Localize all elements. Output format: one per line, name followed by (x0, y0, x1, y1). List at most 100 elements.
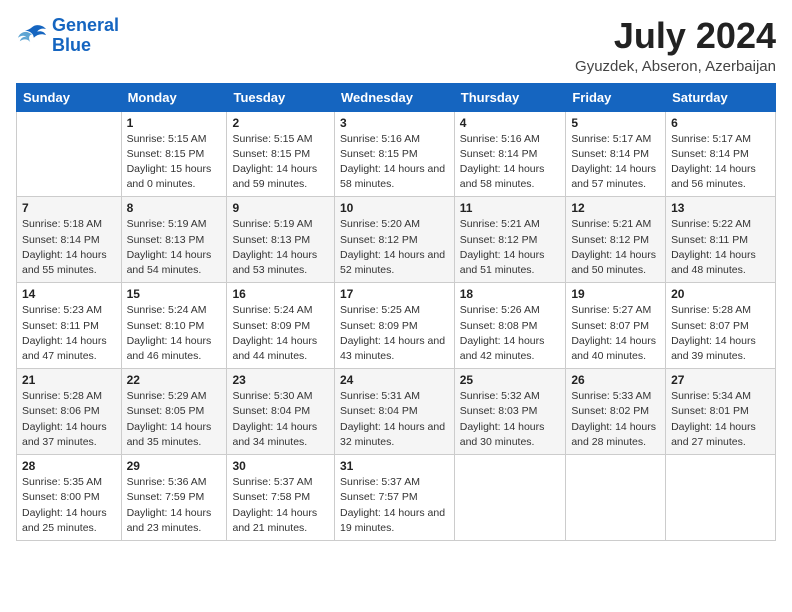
calendar-cell: 17 Sunrise: 5:25 AMSunset: 8:09 PMDaylig… (334, 283, 454, 369)
day-number: 21 (22, 373, 116, 387)
cell-info: Sunrise: 5:32 AMSunset: 8:03 PMDaylight:… (460, 389, 561, 450)
calendar-cell (454, 455, 566, 541)
day-number: 10 (340, 201, 449, 215)
day-number: 18 (460, 287, 561, 301)
title-block: July 2024 Gyuzdek, Abseron, Azerbaijan (575, 16, 776, 75)
day-number: 20 (671, 287, 770, 301)
calendar-cell: 22 Sunrise: 5:29 AMSunset: 8:05 PMDaylig… (121, 369, 227, 455)
cell-info: Sunrise: 5:19 AMSunset: 8:13 PMDaylight:… (127, 217, 222, 278)
cell-info: Sunrise: 5:24 AMSunset: 8:10 PMDaylight:… (127, 303, 222, 364)
day-number: 1 (127, 116, 222, 130)
calendar-cell: 5 Sunrise: 5:17 AMSunset: 8:14 PMDayligh… (566, 111, 666, 197)
weekday-header-cell: Friday (566, 83, 666, 111)
logo-icon (16, 22, 48, 50)
cell-info: Sunrise: 5:23 AMSunset: 8:11 PMDaylight:… (22, 303, 116, 364)
day-number: 14 (22, 287, 116, 301)
calendar-week-row: 7 Sunrise: 5:18 AMSunset: 8:14 PMDayligh… (17, 197, 776, 283)
cell-info: Sunrise: 5:28 AMSunset: 8:06 PMDaylight:… (22, 389, 116, 450)
day-number: 7 (22, 201, 116, 215)
calendar-cell: 1 Sunrise: 5:15 AMSunset: 8:15 PMDayligh… (121, 111, 227, 197)
weekday-header-cell: Thursday (454, 83, 566, 111)
day-number: 13 (671, 201, 770, 215)
weekday-header-cell: Sunday (17, 83, 122, 111)
cell-info: Sunrise: 5:17 AMSunset: 8:14 PMDaylight:… (671, 132, 770, 193)
cell-info: Sunrise: 5:17 AMSunset: 8:14 PMDaylight:… (571, 132, 660, 193)
cell-info: Sunrise: 5:24 AMSunset: 8:09 PMDaylight:… (232, 303, 329, 364)
calendar-week-row: 21 Sunrise: 5:28 AMSunset: 8:06 PMDaylig… (17, 369, 776, 455)
calendar-cell (566, 455, 666, 541)
calendar-cell (17, 111, 122, 197)
calendar-cell: 24 Sunrise: 5:31 AMSunset: 8:04 PMDaylig… (334, 369, 454, 455)
calendar-cell: 21 Sunrise: 5:28 AMSunset: 8:06 PMDaylig… (17, 369, 122, 455)
calendar-cell: 30 Sunrise: 5:37 AMSunset: 7:58 PMDaylig… (227, 455, 335, 541)
day-number: 5 (571, 116, 660, 130)
day-number: 4 (460, 116, 561, 130)
day-number: 31 (340, 459, 449, 473)
calendar-cell: 18 Sunrise: 5:26 AMSunset: 8:08 PMDaylig… (454, 283, 566, 369)
cell-info: Sunrise: 5:30 AMSunset: 8:04 PMDaylight:… (232, 389, 329, 450)
page-header: General Blue July 2024 Gyuzdek, Abseron,… (16, 16, 776, 75)
day-number: 29 (127, 459, 222, 473)
day-number: 30 (232, 459, 329, 473)
day-number: 26 (571, 373, 660, 387)
day-number: 2 (232, 116, 329, 130)
cell-info: Sunrise: 5:21 AMSunset: 8:12 PMDaylight:… (460, 217, 561, 278)
calendar-cell: 16 Sunrise: 5:24 AMSunset: 8:09 PMDaylig… (227, 283, 335, 369)
calendar-week-row: 14 Sunrise: 5:23 AMSunset: 8:11 PMDaylig… (17, 283, 776, 369)
cell-info: Sunrise: 5:16 AMSunset: 8:14 PMDaylight:… (460, 132, 561, 193)
day-number: 19 (571, 287, 660, 301)
calendar-table: SundayMondayTuesdayWednesdayThursdayFrid… (16, 83, 776, 541)
cell-info: Sunrise: 5:20 AMSunset: 8:12 PMDaylight:… (340, 217, 449, 278)
calendar-cell: 12 Sunrise: 5:21 AMSunset: 8:12 PMDaylig… (566, 197, 666, 283)
cell-info: Sunrise: 5:34 AMSunset: 8:01 PMDaylight:… (671, 389, 770, 450)
calendar-cell: 27 Sunrise: 5:34 AMSunset: 8:01 PMDaylig… (666, 369, 776, 455)
logo-text: General Blue (52, 16, 119, 56)
day-number: 3 (340, 116, 449, 130)
day-number: 12 (571, 201, 660, 215)
day-number: 22 (127, 373, 222, 387)
cell-info: Sunrise: 5:26 AMSunset: 8:08 PMDaylight:… (460, 303, 561, 364)
day-number: 23 (232, 373, 329, 387)
cell-info: Sunrise: 5:31 AMSunset: 8:04 PMDaylight:… (340, 389, 449, 450)
calendar-week-row: 1 Sunrise: 5:15 AMSunset: 8:15 PMDayligh… (17, 111, 776, 197)
day-number: 27 (671, 373, 770, 387)
day-number: 24 (340, 373, 449, 387)
calendar-cell: 23 Sunrise: 5:30 AMSunset: 8:04 PMDaylig… (227, 369, 335, 455)
day-number: 17 (340, 287, 449, 301)
cell-info: Sunrise: 5:16 AMSunset: 8:15 PMDaylight:… (340, 132, 449, 193)
weekday-header-cell: Wednesday (334, 83, 454, 111)
cell-info: Sunrise: 5:19 AMSunset: 8:13 PMDaylight:… (232, 217, 329, 278)
calendar-cell: 7 Sunrise: 5:18 AMSunset: 8:14 PMDayligh… (17, 197, 122, 283)
calendar-cell: 3 Sunrise: 5:16 AMSunset: 8:15 PMDayligh… (334, 111, 454, 197)
day-number: 8 (127, 201, 222, 215)
day-number: 28 (22, 459, 116, 473)
day-number: 25 (460, 373, 561, 387)
calendar-cell: 20 Sunrise: 5:28 AMSunset: 8:07 PMDaylig… (666, 283, 776, 369)
weekday-header-cell: Saturday (666, 83, 776, 111)
cell-info: Sunrise: 5:36 AMSunset: 7:59 PMDaylight:… (127, 475, 222, 536)
cell-info: Sunrise: 5:21 AMSunset: 8:12 PMDaylight:… (571, 217, 660, 278)
day-number: 6 (671, 116, 770, 130)
calendar-body: 1 Sunrise: 5:15 AMSunset: 8:15 PMDayligh… (17, 111, 776, 540)
day-number: 11 (460, 201, 561, 215)
cell-info: Sunrise: 5:28 AMSunset: 8:07 PMDaylight:… (671, 303, 770, 364)
calendar-cell: 13 Sunrise: 5:22 AMSunset: 8:11 PMDaylig… (666, 197, 776, 283)
calendar-cell: 28 Sunrise: 5:35 AMSunset: 8:00 PMDaylig… (17, 455, 122, 541)
calendar-cell: 15 Sunrise: 5:24 AMSunset: 8:10 PMDaylig… (121, 283, 227, 369)
calendar-cell: 14 Sunrise: 5:23 AMSunset: 8:11 PMDaylig… (17, 283, 122, 369)
cell-info: Sunrise: 5:15 AMSunset: 8:15 PMDaylight:… (232, 132, 329, 193)
cell-info: Sunrise: 5:37 AMSunset: 7:58 PMDaylight:… (232, 475, 329, 536)
day-number: 15 (127, 287, 222, 301)
calendar-cell: 25 Sunrise: 5:32 AMSunset: 8:03 PMDaylig… (454, 369, 566, 455)
day-number: 16 (232, 287, 329, 301)
calendar-cell (666, 455, 776, 541)
cell-info: Sunrise: 5:37 AMSunset: 7:57 PMDaylight:… (340, 475, 449, 536)
calendar-cell: 19 Sunrise: 5:27 AMSunset: 8:07 PMDaylig… (566, 283, 666, 369)
day-number: 9 (232, 201, 329, 215)
cell-info: Sunrise: 5:35 AMSunset: 8:00 PMDaylight:… (22, 475, 116, 536)
calendar-cell: 2 Sunrise: 5:15 AMSunset: 8:15 PMDayligh… (227, 111, 335, 197)
calendar-cell: 10 Sunrise: 5:20 AMSunset: 8:12 PMDaylig… (334, 197, 454, 283)
weekday-header-cell: Tuesday (227, 83, 335, 111)
cell-info: Sunrise: 5:29 AMSunset: 8:05 PMDaylight:… (127, 389, 222, 450)
calendar-cell: 6 Sunrise: 5:17 AMSunset: 8:14 PMDayligh… (666, 111, 776, 197)
